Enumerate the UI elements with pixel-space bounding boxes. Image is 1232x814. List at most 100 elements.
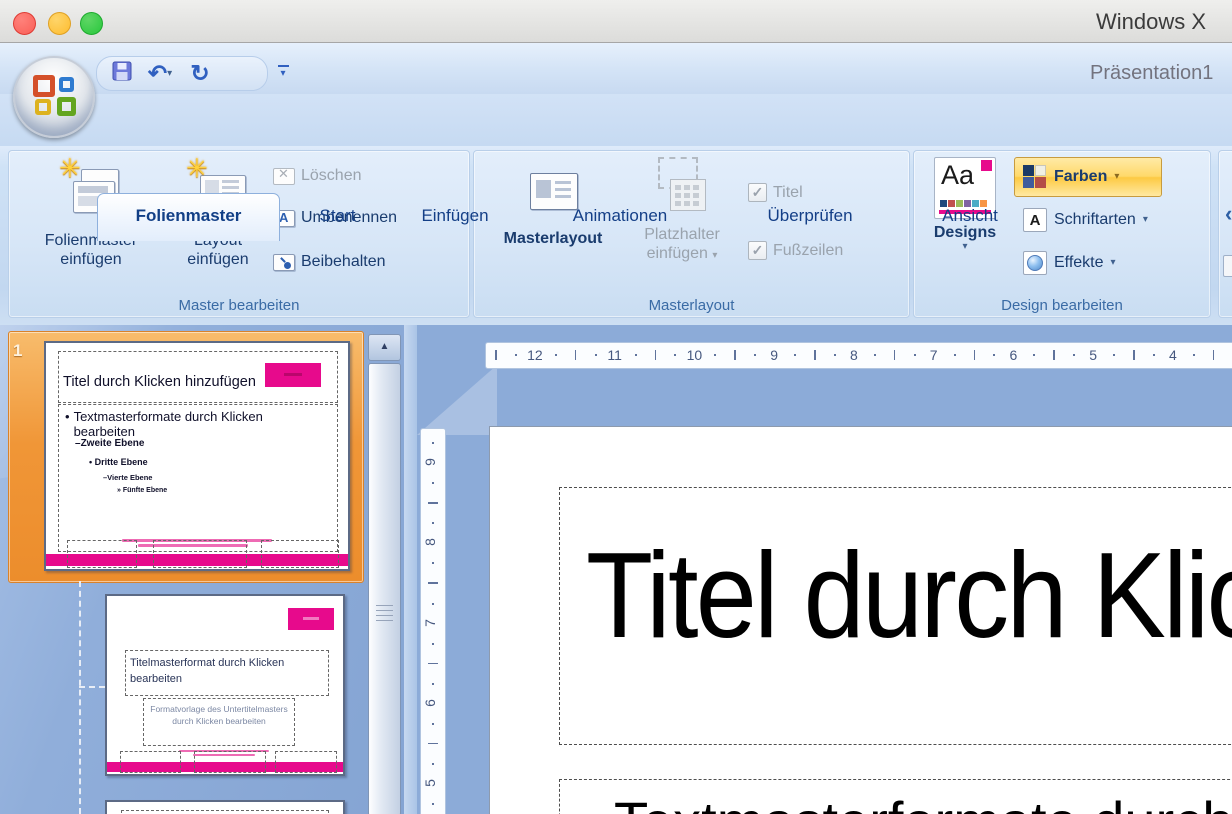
chevron-down-icon: ▾ xyxy=(712,250,717,261)
save-button[interactable] xyxy=(105,60,139,88)
thumb1-footer-placeholder xyxy=(153,540,247,568)
body-placeholder-text: Textmasterformate durch Klicken bearbeit… xyxy=(614,794,1232,814)
application-window: Windows X ↶ ▾ ↻ ▾ Präsentation1 xyxy=(0,0,1232,814)
horizontal-ruler: 121110987654 xyxy=(485,342,1232,369)
thumb1-date-placeholder xyxy=(67,540,137,568)
tab-einfuegen[interactable]: Einfügen xyxy=(395,198,515,234)
thumb2-title-placeholder: Titelmasterformat durch Klicken bearbeit… xyxy=(125,650,329,696)
undo-icon: ↶ xyxy=(148,62,167,85)
quick-access-toolbar: ↶ ▾ ↻ xyxy=(96,56,268,91)
window-title: Windows X xyxy=(1096,9,1206,35)
chevron-down-icon: ▾ xyxy=(280,69,285,79)
tab-ueberpruefen[interactable]: Überprüfen xyxy=(735,198,885,234)
button-label: Schriftarten xyxy=(1054,211,1136,229)
thumb2-subtitle-text: Formatvorlage des Untertitelmasters durc… xyxy=(148,703,290,727)
button-label: Effekte xyxy=(1054,254,1104,272)
redo-icon: ↻ xyxy=(190,62,209,85)
button-label: Farben xyxy=(1054,168,1107,186)
group-label: Design bearbeiten xyxy=(915,295,1209,316)
title-placeholder[interactable]: Titel durch Klicken hinzufügen xyxy=(559,487,1232,745)
thumb1-body-placeholder: • Textmasterformate durch Klicken bearbe… xyxy=(58,404,338,552)
theme-effects-icon xyxy=(1023,251,1047,275)
slide-number: 1 xyxy=(13,341,22,361)
customize-quick-access-button[interactable]: ▾ xyxy=(272,60,294,84)
thumbnail-selection-frame: 1 Titel durch Klicken hinzufügen • Textm… xyxy=(8,331,364,583)
thumb2-footer-placeholder xyxy=(194,751,266,773)
bullet-marker: • xyxy=(89,457,92,467)
undo-button[interactable]: ↶ ▾ xyxy=(139,60,181,88)
effekte-button[interactable]: Effekte ▾ xyxy=(1014,246,1213,280)
group-label: Masterlayout xyxy=(475,295,908,316)
scrollbar-grip-icon xyxy=(376,605,393,606)
thumbnail-slide-3[interactable] xyxy=(105,800,345,814)
zoom-button[interactable] xyxy=(80,12,103,35)
powerpoint-titlebar: ↶ ▾ ↻ ▾ Präsentation1 xyxy=(0,43,1232,95)
bullet-marker: • xyxy=(65,409,70,439)
chevron-left-icon: ‹ xyxy=(1225,201,1232,227)
theme-colors-icon xyxy=(1023,165,1047,189)
tab-animationen[interactable]: Animationen xyxy=(545,198,695,234)
thumb2-title-text: Titelmasterformat durch Klicken bearbeit… xyxy=(130,655,320,687)
scrollbar-thumb[interactable] xyxy=(368,363,401,814)
customize-quick-access-icon xyxy=(278,65,289,67)
thumb1-body-line5: Fünfte Ebene xyxy=(123,487,167,494)
thumbnail-slide-1[interactable]: Titel durch Klicken hinzufügen • Textmas… xyxy=(44,341,350,571)
thumb2-number-placeholder xyxy=(275,751,337,773)
macos-titlebar: Windows X xyxy=(0,0,1232,43)
slide-editing-area: 121110987654 98765 Titel durch Klicken h… xyxy=(417,325,1232,814)
tab-start[interactable]: Start xyxy=(295,198,380,234)
thumb2-title-accent xyxy=(288,608,334,630)
thumb1-body-line1: Textmasterformate durch Klicken bearbeit… xyxy=(74,409,323,439)
slide-thumbnails-panel: 1 Titel durch Klicken hinzufügen • Textm… xyxy=(0,325,404,814)
ribbon-group-masterlayout: Masterlayout Platzhalter einfügen ▾ xyxy=(473,150,910,318)
theme-fonts-icon: A xyxy=(1023,208,1047,232)
chevron-down-icon: ▾ xyxy=(1143,215,1148,225)
chevron-down-icon: ▾ xyxy=(1114,172,1119,182)
office-button[interactable] xyxy=(13,56,95,138)
title-placeholder-text: Titel durch Klicken hinzufügen xyxy=(586,534,1232,656)
scrollbar-up-button[interactable]: ▲ xyxy=(368,334,401,361)
ribbon-tab-bar: Folienmaster Start Einfügen Animationen … xyxy=(0,94,1232,146)
thumb1-title-placeholder: Titel durch Klicken hinzufügen xyxy=(58,351,338,403)
body-placeholder[interactable]: Textmasterformate durch Klicken bearbeit… xyxy=(559,779,1232,814)
close-button[interactable] xyxy=(13,12,36,35)
beibehalten-button[interactable]: Beibehalten xyxy=(273,253,386,271)
ribbon-group-design-bearbeiten: Aa Designs ▾ Farben ▾ A Schriftarten ▾ xyxy=(913,150,1211,318)
schriftarten-button[interactable]: A Schriftarten ▾ xyxy=(1014,203,1213,237)
minimize-button[interactable] xyxy=(48,12,71,35)
undo-dropdown-icon: ▾ xyxy=(167,69,172,79)
checkbox-checked-icon xyxy=(748,241,767,260)
button-label: einfügen ▾ xyxy=(647,244,718,263)
ribbon-group-partial: ‹ xyxy=(1218,150,1232,318)
vertical-ruler: 98765 xyxy=(420,428,446,814)
thumb2-date-placeholder xyxy=(120,751,181,773)
group-label: Master bearbeiten xyxy=(10,295,468,316)
document-title: Präsentation1 xyxy=(1090,62,1213,85)
redo-button[interactable]: ↻ xyxy=(181,60,219,88)
thumbnail-slide-2[interactable]: Titelmasterformat durch Klicken bearbeit… xyxy=(105,594,345,776)
thumb3-placeholder xyxy=(121,810,329,814)
preserve-pin-icon xyxy=(273,254,295,271)
delete-slide-icon: ✕ xyxy=(273,168,295,185)
button-label: einfügen xyxy=(60,250,121,269)
button-label: Löschen xyxy=(301,167,362,185)
thumb1-number-placeholder xyxy=(261,540,339,568)
button-label: einfügen xyxy=(187,250,248,269)
bullet-marker: » xyxy=(117,487,121,494)
background-highlight xyxy=(417,365,497,435)
tab-folienmaster[interactable]: Folienmaster xyxy=(97,193,280,241)
thumb2-subtitle-placeholder: Formatvorlage des Untertitelmasters durc… xyxy=(143,698,295,746)
tab-ansicht[interactable]: Ansicht xyxy=(915,198,1025,234)
checkbox-label: Fußzeilen xyxy=(773,242,843,260)
thumb1-title-text: Titel durch Klicken hinzufügen xyxy=(63,374,256,390)
farben-button[interactable]: Farben ▾ xyxy=(1014,157,1162,197)
office-logo-icon xyxy=(33,75,75,117)
pane-splitter[interactable] xyxy=(404,325,418,814)
button-label: Beibehalten xyxy=(301,253,386,271)
save-icon xyxy=(112,61,132,86)
chevron-down-icon: ▾ xyxy=(1111,258,1116,268)
layout-connector-line xyxy=(79,581,81,814)
partial-button xyxy=(1223,255,1232,277)
thumb1-title-accent xyxy=(265,363,321,387)
slide-canvas[interactable]: Titel durch Klicken hinzufügen Textmaste… xyxy=(489,426,1232,814)
